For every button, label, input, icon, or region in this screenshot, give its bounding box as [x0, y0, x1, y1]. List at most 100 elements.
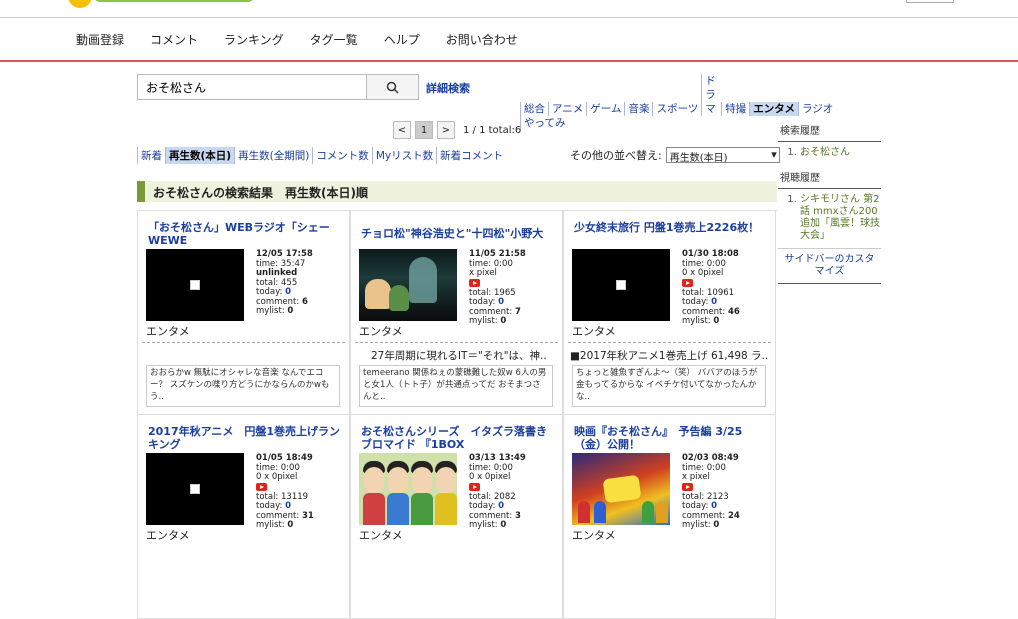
search-input[interactable]: [138, 75, 366, 99]
search-icon: [386, 81, 399, 94]
nav-item-contact[interactable]: お問い合わせ: [446, 31, 518, 48]
video-title[interactable]: 少女終末旅行 円盤1巻売上2226枚！: [574, 221, 769, 234]
video-thumbnail[interactable]: [146, 249, 244, 321]
sort-tab-mylist[interactable]: Myリスト数: [371, 147, 436, 164]
video-meta: 02/03 08:49 time: 0:00 x pixel total: 21…: [682, 453, 774, 531]
sidebar-customize-link[interactable]: サイドバーのカスタマイズ: [778, 248, 881, 284]
video-description: temeerano 関係ねぇの蒙礁難した奴w 6人の男と女1人（トト子）が共通点…: [359, 365, 553, 407]
search-history-link[interactable]: おそ松さん: [800, 147, 850, 158]
category-tab-active[interactable]: エンタメ: [749, 102, 798, 116]
video-today: 0: [498, 297, 505, 307]
video-title[interactable]: チョロ松"神谷浩史と"十四松"小野大: [361, 227, 556, 240]
sort-tab-new[interactable]: 新着: [137, 147, 165, 164]
result-heading: おそ松さんの検索結果 再生数(本日)順: [137, 181, 777, 202]
video-mylist-count: 0: [713, 316, 720, 326]
video-description: おおらかw 無駄にオシャレな音楽 なんでエコー？ スズケンの喋り方どうにかならん…: [146, 365, 340, 407]
sort-tab-views-today[interactable]: 再生数(本日): [165, 147, 235, 164]
pager-total: 1 / 1 total:6: [463, 124, 522, 136]
sort-tabs: 新着 再生数(本日) 再生数(全期間) コメント数 Myリスト数 新着コメント: [137, 147, 506, 164]
advanced-search-link[interactable]: 詳細検索: [426, 80, 470, 96]
video-card: おそ松さんシリーズ イタズラ落書きブロマイド 『1BOX 03/13 13:49…: [350, 415, 563, 619]
video-mylist-count: 0: [713, 520, 720, 530]
video-today: 0: [285, 501, 292, 511]
video-thumbnail[interactable]: [359, 249, 457, 321]
nav-item-comments[interactable]: コメント: [150, 31, 198, 48]
video-size: 0 x 0pixel: [682, 268, 724, 278]
video-title[interactable]: おそ松さんシリーズ イタズラ落書きブロマイド 『1BOX: [361, 425, 556, 451]
youtube-icon: [469, 278, 480, 287]
thumbnail-image: [359, 453, 457, 525]
broken-image-icon: [616, 280, 626, 290]
video-card: チョロ松"神谷浩史と"十四松"小野大 11/05 21:58 time: 0:0…: [350, 211, 563, 415]
video-total: 13119: [281, 491, 309, 502]
video-total: 455: [281, 277, 298, 288]
view-history-item: シキモリさん 第2話 mmxさん200追加「風雲！球技大会」: [800, 194, 881, 242]
video-mylist-count: 0: [500, 520, 507, 530]
video-genre[interactable]: エンタメ: [572, 323, 616, 339]
video-total: 2082: [494, 491, 516, 502]
view-history-list: シキモリさん 第2話 mmxさん200追加「風雲！球技大会」: [778, 189, 881, 248]
youtube-icon: [682, 278, 693, 287]
video-comment-count: 46: [727, 306, 740, 317]
video-meta: 12/05 17:58 time: 35:47 unlinked total: …: [256, 249, 348, 317]
video-mylist-count: 0: [500, 316, 507, 326]
video-size: x pixel: [469, 268, 497, 278]
video-genre[interactable]: エンタメ: [359, 527, 403, 543]
prev-page-button[interactable]: <: [393, 121, 411, 139]
search-history-item: おそ松さん: [800, 147, 881, 159]
other-sort-label: その他の並べ替え:: [570, 149, 662, 162]
youtube-icon: [469, 482, 480, 491]
category-tab[interactable]: ゲーム: [586, 102, 624, 116]
video-title[interactable]: 2017年秋アニメ 円盤1巻売上げランキング: [148, 425, 343, 451]
broken-image-icon: [190, 484, 200, 494]
video-today: 0: [711, 297, 718, 307]
video-genre[interactable]: エンタメ: [572, 527, 616, 543]
video-thumbnail[interactable]: [572, 453, 670, 525]
broken-image-icon: [190, 280, 200, 290]
search-button[interactable]: [366, 75, 418, 99]
category-tab[interactable]: ドラマ: [701, 74, 721, 116]
sort-tab-comments[interactable]: コメント数: [312, 147, 372, 164]
nav-item-upload[interactable]: 動画登録: [76, 31, 124, 48]
login-box[interactable]: [906, 0, 954, 3]
nav-item-tags[interactable]: タグ一覧: [310, 31, 358, 48]
view-history-link[interactable]: シキモリさん 第2話 mmxさん200追加「風雲！球技大会」: [800, 194, 880, 241]
divider: [355, 342, 558, 343]
category-tab[interactable]: 総合: [520, 102, 548, 116]
category-tab[interactable]: アニメ: [548, 102, 586, 116]
sort-tab-new-comments[interactable]: 新着コメント: [436, 147, 506, 164]
nav-item-help[interactable]: ヘルプ: [384, 31, 420, 48]
site-logo[interactable]: [68, 0, 258, 10]
category-tab[interactable]: 音楽: [624, 102, 652, 116]
video-comment-count: 6: [301, 296, 308, 307]
video-today: 0: [285, 287, 292, 297]
video-genre[interactable]: エンタメ: [146, 527, 190, 543]
sun-logo-icon: [68, 0, 92, 8]
video-total: 2123: [707, 491, 729, 502]
video-card: 映画『おそ松さん』 予告編 3/25（金）公開！ 02/03 08:49 tim…: [563, 415, 776, 619]
nav-item-ranking[interactable]: ランキング: [224, 31, 284, 48]
category-tab[interactable]: スポーツ: [652, 102, 701, 116]
other-sort-select[interactable]: 再生数(本日): [665, 147, 780, 164]
video-title[interactable]: 映画『おそ松さん』 予告編 3/25（金）公開！: [574, 425, 769, 451]
category-tab[interactable]: 特撮: [721, 102, 749, 116]
sort-tab-views-all[interactable]: 再生数(全期間): [234, 147, 312, 164]
category-tab[interactable]: やってみ: [520, 116, 568, 130]
video-genre[interactable]: エンタメ: [359, 323, 403, 339]
video-thumbnail[interactable]: [146, 453, 244, 525]
video-size: 0 x 0pixel: [256, 472, 298, 482]
video-genre[interactable]: エンタメ: [146, 323, 190, 339]
category-tab[interactable]: ラジオ: [797, 102, 836, 116]
next-page-button[interactable]: >: [437, 121, 455, 139]
video-grid: 「おそ松さん」WEBラジオ「シェーWEWE 12/05 17:58 time: …: [137, 210, 777, 619]
video-card: 少女終末旅行 円盤1巻売上2226枚！ 01/30 18:08 time: 0:…: [563, 211, 776, 415]
video-title[interactable]: 「おそ松さん」WEBラジオ「シェーWEWE: [148, 221, 343, 247]
video-comment-count: 31: [301, 510, 314, 521]
video-comment-count: 7: [514, 306, 521, 317]
current-page-button[interactable]: 1: [415, 121, 433, 139]
logo-wordmark: [94, 0, 254, 2]
search-history-title: 検索履歴: [778, 118, 881, 142]
video-thumbnail[interactable]: [572, 249, 670, 321]
video-meta: 01/05 18:49 time: 0:00 0 x 0pixel total:…: [256, 453, 348, 531]
video-thumbnail[interactable]: [359, 453, 457, 525]
